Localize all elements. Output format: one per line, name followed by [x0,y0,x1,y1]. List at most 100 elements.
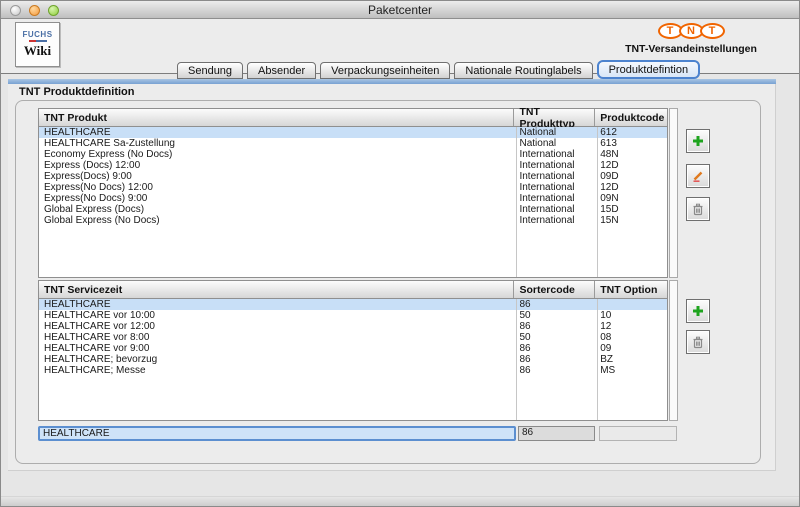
table-cell: HEALTHCARE; Messe [39,365,514,376]
table-cell: 86 [514,343,595,354]
table-cell: 10 [595,310,667,321]
table-row[interactable]: HEALTHCARENational612 [39,127,667,138]
table-row[interactable]: Express(Docs) 9:00International09D [39,171,667,182]
table-cell: 50 [514,310,595,321]
paketcenter-window: Paketcenter FUCHS Wiki TNT TNT-Versandei… [0,0,800,507]
tab-panel-accent [8,79,776,84]
tab-absender[interactable]: Absender [247,62,316,79]
table-cell: HEALTHCARE [39,127,514,138]
tnt-caption: TNT-Versandeinstellungen [611,43,771,55]
table-cell: 86 [514,321,595,332]
table-cell: 86 [514,365,595,376]
fuchs-logo-bar [29,40,47,42]
column-header-tnt-produkt[interactable]: TNT Produkt [39,109,514,126]
table-cell: 86 [514,354,595,365]
product-table-header[interactable]: TNT Produkt TNT Produkttyp Produktcode [39,109,667,127]
product-table-body: HEALTHCARENational612HEALTHCARE Sa-Zuste… [39,127,667,277]
service-add-button[interactable] [686,299,710,323]
table-cell [595,299,667,310]
service-table-header[interactable]: TNT Servicezeit Sortercode TNT Option [39,281,667,299]
table-cell: International [514,204,595,215]
table-row[interactable]: HEALTHCARE Sa-ZustellungNational613 [39,138,667,149]
tab-produktdefintion[interactable]: Produktdefintion [597,60,701,79]
column-header-tnt-option[interactable]: TNT Option [595,281,667,298]
table-cell: International [514,149,595,160]
service-table: TNT Servicezeit Sortercode TNT Option HE… [38,280,668,421]
service-delete-button[interactable] [686,330,710,354]
table-row[interactable]: HEALTHCARE; bevorzug86BZ [39,354,667,365]
tab-sendung[interactable]: Sendung [177,62,243,79]
table-row[interactable]: Express(No Docs) 12:00International12D [39,182,667,193]
product-table-scroll-track[interactable] [669,108,678,278]
column-header-sortercode[interactable]: Sortercode [514,281,595,298]
table-cell: 15D [595,204,667,215]
table-cell: HEALTHCARE; bevorzug [39,354,514,365]
table-cell: Global Express (No Docs) [39,215,514,226]
table-row[interactable]: Global Express (Docs)International15D [39,204,667,215]
window-title: Paketcenter [1,3,799,17]
table-row[interactable]: HEALTHCARE86 [39,299,667,310]
product-delete-button[interactable] [686,197,710,221]
table-cell: 612 [595,127,667,138]
product-table: TNT Produkt TNT Produkttyp Produktcode H… [38,108,668,278]
table-cell: Express (Docs) 12:00 [39,160,514,171]
table-cell: 15N [595,215,667,226]
pencil-icon [691,169,705,183]
table-cell: International [514,171,595,182]
table-row[interactable]: HEALTHCARE; Messe86MS [39,365,667,376]
table-row[interactable]: HEALTHCARE vor 10:005010 [39,310,667,321]
table-cell: Economy Express (No Docs) [39,149,514,160]
servicezeit-field[interactable]: HEALTHCARE [38,426,516,441]
tab-nationale-routinglabels[interactable]: Nationale Routinglabels [454,62,592,79]
sortercode-field[interactable]: 86 [518,426,595,441]
table-cell: Express(No Docs) 9:00 [39,193,514,204]
table-cell: 50 [514,332,595,343]
column-separator [516,127,517,277]
table-cell: Global Express (Docs) [39,204,514,215]
column-header-tnt-produkttyp[interactable]: TNT Produkttyp [514,109,595,126]
table-cell: 86 [514,299,595,310]
table-cell: 09N [595,193,667,204]
column-separator [516,299,517,420]
window-bottom-edge [1,496,799,506]
column-header-tnt-servicezeit[interactable]: TNT Servicezeit [39,281,514,298]
table-cell: International [514,182,595,193]
table-cell: 12 [595,321,667,332]
tab-bar: SendungAbsenderVerpackungseinheitenNatio… [177,60,700,79]
table-cell: Express(Docs) 9:00 [39,171,514,182]
column-separator [597,127,598,277]
table-cell: 12D [595,160,667,171]
table-row[interactable]: Express (Docs) 12:00International12D [39,160,667,171]
table-row[interactable]: HEALTHCARE vor 12:008612 [39,321,667,332]
table-cell: International [514,193,595,204]
service-table-scroll-track[interactable] [669,280,678,421]
table-cell: HEALTHCARE [39,299,514,310]
fuchs-logo-text: FUCHS [22,30,52,39]
table-cell: 09 [595,343,667,354]
column-header-produktcode[interactable]: Produktcode [595,109,667,126]
table-row[interactable]: Economy Express (No Docs)International48… [39,149,667,160]
table-cell: MS [595,365,667,376]
product-edit-button[interactable] [686,164,710,188]
table-row[interactable]: HEALTHCARE vor 9:008609 [39,343,667,354]
table-cell: 48N [595,149,667,160]
table-cell: BZ [595,354,667,365]
tnt-letter-oval: T [700,23,725,39]
table-cell: HEALTHCARE vor 8:00 [39,332,514,343]
table-row[interactable]: Global Express (No Docs)International15N [39,215,667,226]
trash-icon [691,335,705,349]
product-add-button[interactable] [686,129,710,153]
tnt-option-field[interactable] [599,426,677,441]
title-bar[interactable]: Paketcenter [1,1,799,19]
table-cell: HEALTHCARE vor 12:00 [39,321,514,332]
table-row[interactable]: Express(No Docs) 9:00International09N [39,193,667,204]
tab-verpackungseinheiten[interactable]: Verpackungseinheiten [320,62,450,79]
table-cell: HEALTHCARE Sa-Zustellung [39,138,514,149]
section-title: TNT Produktdefinition [19,86,134,98]
fuchs-wiki-logo[interactable]: FUCHS Wiki [15,22,60,67]
table-row[interactable]: HEALTHCARE vor 8:005008 [39,332,667,343]
table-cell: 12D [595,182,667,193]
table-cell: 09D [595,171,667,182]
table-cell: National [514,127,595,138]
table-cell: HEALTHCARE vor 9:00 [39,343,514,354]
